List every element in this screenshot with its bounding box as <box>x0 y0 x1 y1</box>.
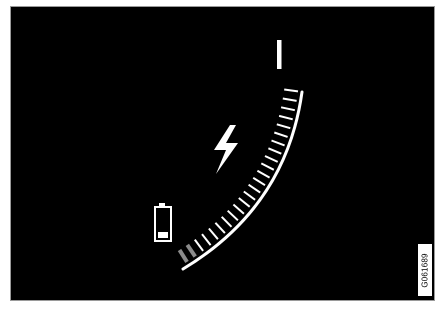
gauge-tick <box>284 88 299 93</box>
gauge-tick <box>280 106 296 112</box>
gauge-tick <box>227 209 239 222</box>
gauge-arc <box>181 90 304 271</box>
gauge-tick <box>282 97 297 102</box>
gauge-tick <box>256 169 271 179</box>
figure-code-label: G061689 <box>418 244 432 296</box>
gauge-ticks <box>177 88 299 263</box>
gauge-tick <box>268 147 282 155</box>
gauge-tick <box>232 203 245 215</box>
battery-charge-gauge <box>154 40 304 271</box>
gauge-tick <box>264 155 279 163</box>
gauge-tick-filled <box>185 243 197 258</box>
battery-low-icon <box>154 203 172 242</box>
gauge-tick <box>252 176 266 187</box>
gauge-tick <box>248 183 261 194</box>
gauge-tick <box>243 190 256 201</box>
gauge-tick <box>273 131 288 138</box>
driver-display-panel: G061689 <box>10 6 435 301</box>
gauge-tick <box>276 123 291 130</box>
gauge-tick <box>271 139 285 147</box>
figure-code-text: G061689 <box>420 252 430 288</box>
gauge-tick <box>278 114 293 121</box>
gauge-tick <box>220 216 233 228</box>
full-charge-marker <box>277 40 282 69</box>
gauge-tick-filled <box>177 248 189 263</box>
gauge-tick <box>201 233 212 246</box>
charging-bolt-icon <box>214 125 238 174</box>
gauge-tick <box>238 197 251 208</box>
gauge-tick <box>208 227 219 240</box>
gauge-tick <box>193 239 204 252</box>
gauge-tick <box>214 222 226 234</box>
gauge-tick <box>260 162 275 171</box>
